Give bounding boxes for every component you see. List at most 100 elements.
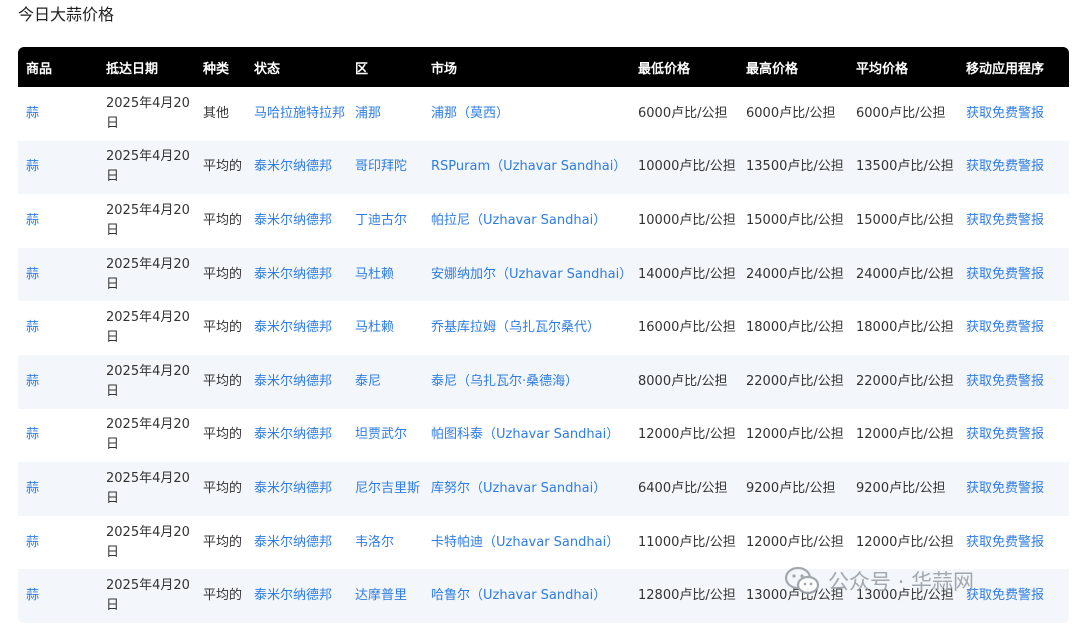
market-link[interactable]: 帕图科泰（Uzhavar Sandhai） (423, 409, 630, 463)
market-link[interactable]: 安娜纳加尔（Uzhavar Sandhai） (423, 248, 630, 302)
state-link[interactable]: 泰米尔纳德邦 (246, 301, 347, 355)
avg-price: 22000卢比/公担 (856, 373, 954, 389)
commodity-link[interactable]: 蒜 (18, 194, 98, 248)
get-free-alert-link[interactable]: 获取免费警报 (958, 516, 1069, 570)
min-price: 10000卢比/公担 (638, 159, 736, 175)
commodity-link[interactable]: 蒜 (18, 516, 98, 570)
table-row: 蒜 2025年4月20日 平均的 泰米尔纳德邦 尼尔吉里斯 库努尔（Uzhavar San… (18, 462, 1069, 516)
get-free-alert-link[interactable]: 获取免费警报 (958, 194, 1069, 248)
market-link[interactable]: 库努尔（Uzhavar Sandhai） (423, 462, 630, 516)
max-price: 13500卢比/公担 (746, 159, 844, 175)
header-commodity: 商品 (26, 61, 53, 77)
avg-price: 24000卢比/公担 (856, 266, 954, 282)
table-row: 蒜 2025年4月20日 平均的 泰米尔纳德邦 哥印拜陀 RSPuram（Uzhavar … (18, 140, 1069, 195)
get-free-alert-link[interactable]: 获取免费警报 (958, 355, 1069, 409)
variety: 平均的 (203, 427, 243, 443)
state-link[interactable]: 泰米尔纳德邦 (246, 141, 347, 195)
commodity-link[interactable]: 蒜 (18, 141, 98, 195)
get-free-alert-link[interactable]: 获取免费警报 (958, 409, 1069, 463)
get-free-alert-link[interactable]: 获取免费警报 (958, 462, 1069, 516)
arrival-date: 2025年4月20日 (106, 149, 190, 185)
max-price: 24000卢比/公担 (746, 266, 844, 282)
district-link[interactable]: 浦那 (347, 87, 423, 141)
table-row: 蒜 2025年4月20日 平均的 泰米尔纳德邦 韦洛尔 卡特帕迪（Uzhavar Sand… (18, 515, 1069, 570)
variety: 平均的 (203, 480, 243, 496)
max-price: 6000卢比/公担 (746, 105, 836, 121)
get-free-alert-link[interactable]: 获取免费警报 (958, 569, 1069, 623)
state-link[interactable]: 泰米尔纳德邦 (246, 409, 347, 463)
avg-price: 6000卢比/公担 (856, 105, 946, 121)
table-row: 蒜 2025年4月20日 平均的 泰米尔纳德邦 马杜赖 乔基库拉姆（乌扎瓦尔桑代） 1600… (18, 301, 1069, 355)
market-link[interactable]: 泰尼（乌扎瓦尔·桑德海） (423, 355, 630, 409)
avg-price: 12000卢比/公担 (856, 427, 954, 443)
header-variety: 种类 (203, 61, 230, 77)
header-district: 区 (355, 61, 369, 77)
commodity-link[interactable]: 蒜 (18, 87, 98, 141)
header-mobile-app: 移动应用程序 (966, 61, 1045, 77)
header-max-price: 最高价格 (746, 61, 799, 77)
arrival-date: 2025年4月20日 (106, 417, 190, 453)
variety: 平均的 (203, 320, 243, 336)
state-link[interactable]: 泰米尔纳德邦 (246, 194, 347, 248)
get-free-alert-link[interactable]: 获取免费警报 (958, 141, 1069, 195)
arrival-date: 2025年4月20日 (106, 202, 190, 238)
header-market: 市场 (431, 61, 458, 77)
market-link[interactable]: RSPuram（Uzhavar Sandhai） (423, 141, 630, 195)
min-price: 12000卢比/公担 (638, 427, 736, 443)
avg-price: 9200卢比/公担 (856, 480, 946, 496)
header-avg-price: 平均价格 (856, 61, 909, 77)
state-link[interactable]: 泰米尔纳德邦 (246, 248, 347, 302)
market-link[interactable]: 浦那（莫西） (423, 87, 630, 141)
market-link[interactable]: 帕拉尼（Uzhavar Sandhai） (423, 194, 630, 248)
district-link[interactable]: 马杜赖 (347, 248, 423, 302)
max-price: 15000卢比/公担 (746, 212, 844, 228)
state-link[interactable]: 泰米尔纳德邦 (246, 462, 347, 516)
table-header-row: 商品 抵达日期 种类 状态 区 市场 最低价格 最高价格 平均价格 移动应用程序 (18, 47, 1069, 87)
avg-price: 18000卢比/公担 (856, 320, 954, 336)
max-price: 12000卢比/公担 (746, 427, 844, 443)
commodity-link[interactable]: 蒜 (18, 569, 98, 623)
max-price: 13000卢比/公担 (746, 588, 844, 604)
state-link[interactable]: 泰米尔纳德邦 (246, 516, 347, 570)
get-free-alert-link[interactable]: 获取免费警报 (958, 248, 1069, 302)
district-link[interactable]: 丁迪古尔 (347, 194, 423, 248)
min-price: 6400卢比/公担 (638, 480, 728, 496)
table-row: 蒜 2025年4月20日 平均的 泰米尔纳德邦 达摩普里 哈鲁尔（Uzhavar Sand… (18, 569, 1069, 623)
table-row: 蒜 2025年4月20日 平均的 泰米尔纳德邦 泰尼 泰尼（乌扎瓦尔·桑德海） 8000卢比… (18, 354, 1069, 409)
state-link[interactable]: 马哈拉施特拉邦 (246, 87, 347, 141)
get-free-alert-link[interactable]: 获取免费警报 (958, 87, 1069, 141)
table-row: 蒜 2025年4月20日 其他 马哈拉施特拉邦 浦那 浦那（莫西） 6000卢比/公担 600… (18, 87, 1069, 141)
avg-price: 13500卢比/公担 (856, 159, 954, 175)
commodity-link[interactable]: 蒜 (18, 409, 98, 463)
commodity-link[interactable]: 蒜 (18, 248, 98, 302)
min-price: 12800卢比/公担 (638, 588, 736, 604)
district-link[interactable]: 马杜赖 (347, 301, 423, 355)
arrival-date: 2025年4月20日 (106, 256, 190, 292)
state-link[interactable]: 泰米尔纳德邦 (246, 569, 347, 623)
commodity-link[interactable]: 蒜 (18, 355, 98, 409)
min-price: 10000卢比/公担 (638, 212, 736, 228)
district-link[interactable]: 达摩普里 (347, 569, 423, 623)
table-body: 蒜 2025年4月20日 其他 马哈拉施特拉邦 浦那 浦那（莫西） 6000卢比/公担 600… (18, 87, 1069, 623)
district-link[interactable]: 坦贾武尔 (347, 409, 423, 463)
get-free-alert-link[interactable]: 获取免费警报 (958, 301, 1069, 355)
district-link[interactable]: 尼尔吉里斯 (347, 462, 423, 516)
commodity-link[interactable]: 蒜 (18, 301, 98, 355)
variety: 平均的 (203, 266, 243, 282)
commodity-link[interactable]: 蒜 (18, 462, 98, 516)
max-price: 9200卢比/公担 (746, 480, 836, 496)
market-link[interactable]: 卡特帕迪（Uzhavar Sandhai） (423, 516, 630, 570)
market-link[interactable]: 乔基库拉姆（乌扎瓦尔桑代） (423, 301, 630, 355)
district-link[interactable]: 泰尼 (347, 355, 423, 409)
state-link[interactable]: 泰米尔纳德邦 (246, 355, 347, 409)
max-price: 22000卢比/公担 (746, 373, 844, 389)
table-row: 蒜 2025年4月20日 平均的 泰米尔纳德邦 坦贾武尔 帕图科泰（Uzhavar San… (18, 408, 1069, 463)
market-link[interactable]: 哈鲁尔（Uzhavar Sandhai） (423, 569, 630, 623)
district-link[interactable]: 韦洛尔 (347, 516, 423, 570)
max-price: 18000卢比/公担 (746, 320, 844, 336)
avg-price: 13000卢比/公担 (856, 588, 954, 604)
min-price: 11000卢比/公担 (638, 534, 736, 550)
header-state: 状态 (254, 61, 281, 77)
district-link[interactable]: 哥印拜陀 (347, 141, 423, 195)
avg-price: 15000卢比/公担 (856, 212, 954, 228)
